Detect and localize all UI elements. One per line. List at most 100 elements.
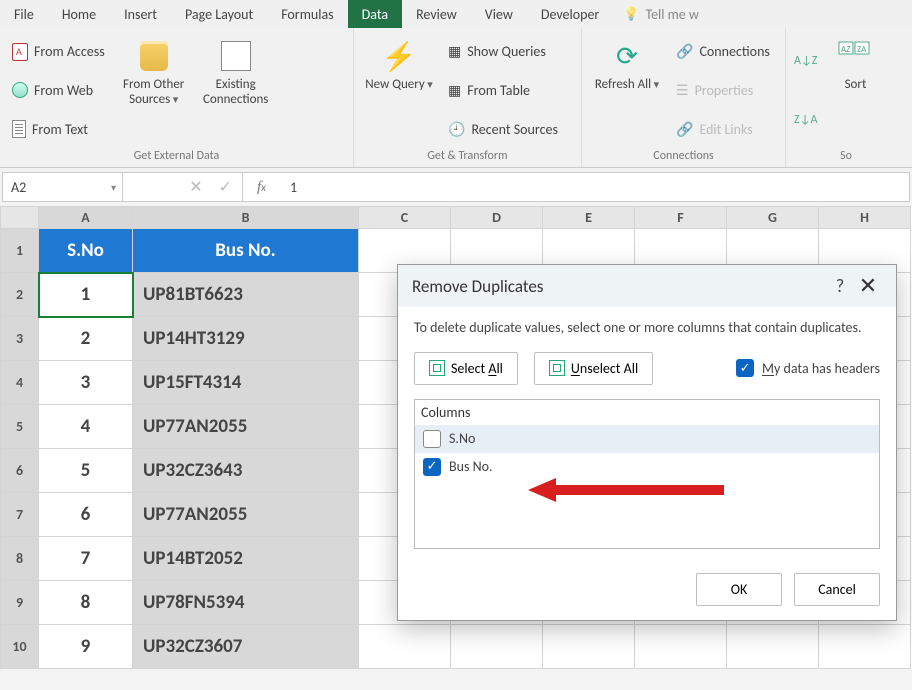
tab-home[interactable]: Home — [48, 0, 110, 28]
select-all-icon — [429, 360, 445, 376]
tell-me-search[interactable]: Tell me w — [613, 0, 709, 28]
cell-B2[interactable]: UP81BT6623 — [133, 273, 359, 317]
cell-B9[interactable]: UP78FN5394 — [133, 581, 359, 625]
enter-formula-icon[interactable]: ✓ — [219, 177, 232, 197]
remove-duplicates-dialog: Remove Duplicates ? ✕ To delete duplicat… — [397, 264, 897, 621]
row-header-8[interactable]: 8 — [1, 537, 39, 581]
cell-B6[interactable]: UP32CZ3643 — [133, 449, 359, 493]
from-text-button[interactable]: From Text — [8, 118, 109, 140]
cell-A7[interactable]: 6 — [39, 493, 133, 537]
group-get-external-data: From Access From Web From Text From Othe… — [0, 28, 354, 167]
cell-B5[interactable]: UP77AN2055 — [133, 405, 359, 449]
ribbon: From Access From Web From Text From Othe… — [0, 28, 912, 168]
checkbox-icon — [736, 359, 754, 377]
cell-A5[interactable]: 4 — [39, 405, 133, 449]
recent-sources-button[interactable]: 🕘Recent Sources — [444, 119, 562, 140]
cell-B3[interactable]: UP14HT3129 — [133, 317, 359, 361]
group-label: Get External Data — [8, 147, 345, 167]
col-header-C[interactable]: C — [359, 207, 451, 229]
tab-insert[interactable]: Insert — [110, 0, 171, 28]
refresh-all-button[interactable]: ⟳ Refresh All — [590, 34, 664, 147]
checkbox-icon — [423, 430, 441, 448]
sort-asc-icon[interactable]: A↓Z — [794, 54, 817, 68]
properties-button[interactable]: ☰Properties — [672, 80, 774, 101]
edit-links-button[interactable]: 🔗Edit Links — [672, 119, 774, 140]
group-label: So — [794, 147, 898, 167]
column-option-bus-no-[interactable]: Bus No. — [415, 453, 879, 481]
col-header-A[interactable]: A — [39, 207, 133, 229]
row-header-3[interactable]: 3 — [1, 317, 39, 361]
cell-B8[interactable]: UP14BT2052 — [133, 537, 359, 581]
sort-button[interactable]: AZZA Sort — [825, 34, 885, 147]
from-table-button[interactable]: ▦From Table — [444, 80, 562, 101]
row-header-7[interactable]: 7 — [1, 493, 39, 537]
tab-data[interactable]: Data — [348, 0, 402, 28]
row-header-5[interactable]: 5 — [1, 405, 39, 449]
tab-developer[interactable]: Developer — [527, 0, 613, 28]
show-queries-button[interactable]: ▦Show Queries — [444, 41, 562, 62]
sort-icon: AZ ZA — [837, 38, 873, 74]
row-header-2[interactable]: 2 — [1, 273, 39, 317]
close-icon[interactable]: ✕ — [854, 275, 882, 297]
row-header-1[interactable]: 1 — [1, 229, 39, 273]
col-header-H[interactable]: H — [819, 207, 911, 229]
col-header-F[interactable]: F — [635, 207, 727, 229]
help-icon[interactable]: ? — [826, 275, 854, 297]
connections-button[interactable]: 🔗Connections — [672, 41, 774, 62]
cell-A3[interactable]: 2 — [39, 317, 133, 361]
col-header-D[interactable]: D — [451, 207, 543, 229]
sort-desc-icon[interactable]: Z↓A — [794, 113, 817, 127]
tab-page-layout[interactable]: Page Layout — [171, 0, 267, 28]
cell-A10[interactable]: 9 — [39, 625, 133, 669]
access-icon — [12, 43, 28, 61]
cancel-formula-icon[interactable]: ✕ — [189, 177, 202, 197]
select-all-button[interactable]: Select All — [414, 352, 518, 385]
from-other-sources-button[interactable]: From Other Sources — [117, 34, 191, 147]
columns-listbox: Columns S.NoBus No. — [414, 399, 880, 549]
cell-B4[interactable]: UP15FT4314 — [133, 361, 359, 405]
new-query-button[interactable]: ⚡ New Query — [362, 34, 436, 147]
row-header-6[interactable]: 6 — [1, 449, 39, 493]
cancel-button[interactable]: Cancel — [794, 573, 880, 606]
col-header-G[interactable]: G — [727, 207, 819, 229]
formula-input[interactable]: 1 — [280, 179, 297, 196]
cell-B7[interactable]: UP77AN2055 — [133, 493, 359, 537]
cell-A2[interactable]: 1 — [39, 273, 133, 317]
dialog-message: To delete duplicate values, select one o… — [414, 319, 880, 338]
grid-icon: ▦ — [448, 82, 461, 99]
fx-icon[interactable]: fx — [243, 179, 280, 196]
cell-A1[interactable]: S.No — [39, 229, 133, 273]
cell-A4[interactable]: 3 — [39, 361, 133, 405]
lightning-icon: ⚡ — [381, 38, 417, 74]
unselect-all-button[interactable]: Unselect All — [534, 352, 653, 385]
from-access-button[interactable]: From Access — [8, 41, 109, 63]
from-web-button[interactable]: From Web — [8, 80, 109, 101]
row-header-10[interactable]: 10 — [1, 625, 39, 669]
row-header-4[interactable]: 4 — [1, 361, 39, 405]
formula-bar: A2 ✕ ✓ fx 1 — [2, 172, 910, 202]
refresh-icon: ⟳ — [609, 38, 645, 74]
cell-A6[interactable]: 5 — [39, 449, 133, 493]
cell-B1[interactable]: Bus No. — [133, 229, 359, 273]
tab-review[interactable]: Review — [402, 0, 471, 28]
group-get-transform: ⚡ New Query ▦Show Queries ▦From Table 🕘R… — [354, 28, 582, 167]
column-option-s-no[interactable]: S.No — [415, 425, 879, 453]
cell-B10[interactable]: UP32CZ3607 — [133, 625, 359, 669]
ribbon-tabs: FileHomeInsertPage LayoutFormulasDataRev… — [0, 0, 912, 28]
ok-button[interactable]: OK — [696, 573, 782, 606]
col-header-E[interactable]: E — [543, 207, 635, 229]
has-headers-checkbox[interactable]: My data has headers — [736, 359, 880, 377]
unselect-all-icon — [549, 360, 565, 376]
row-header-9[interactable]: 9 — [1, 581, 39, 625]
cell-A9[interactable]: 8 — [39, 581, 133, 625]
existing-connections-button[interactable]: Existing Connections — [199, 34, 273, 147]
svg-text:ZA: ZA — [857, 44, 867, 55]
svg-text:AZ: AZ — [841, 44, 850, 55]
tab-formulas[interactable]: Formulas — [267, 0, 347, 28]
group-sort: A↓Z Z↓A AZZA Sort So — [786, 28, 906, 167]
cell-A8[interactable]: 7 — [39, 537, 133, 581]
col-header-B[interactable]: B — [133, 207, 359, 229]
tab-view[interactable]: View — [471, 0, 527, 28]
name-box[interactable]: A2 — [3, 173, 123, 201]
tab-file[interactable]: File — [0, 0, 48, 28]
